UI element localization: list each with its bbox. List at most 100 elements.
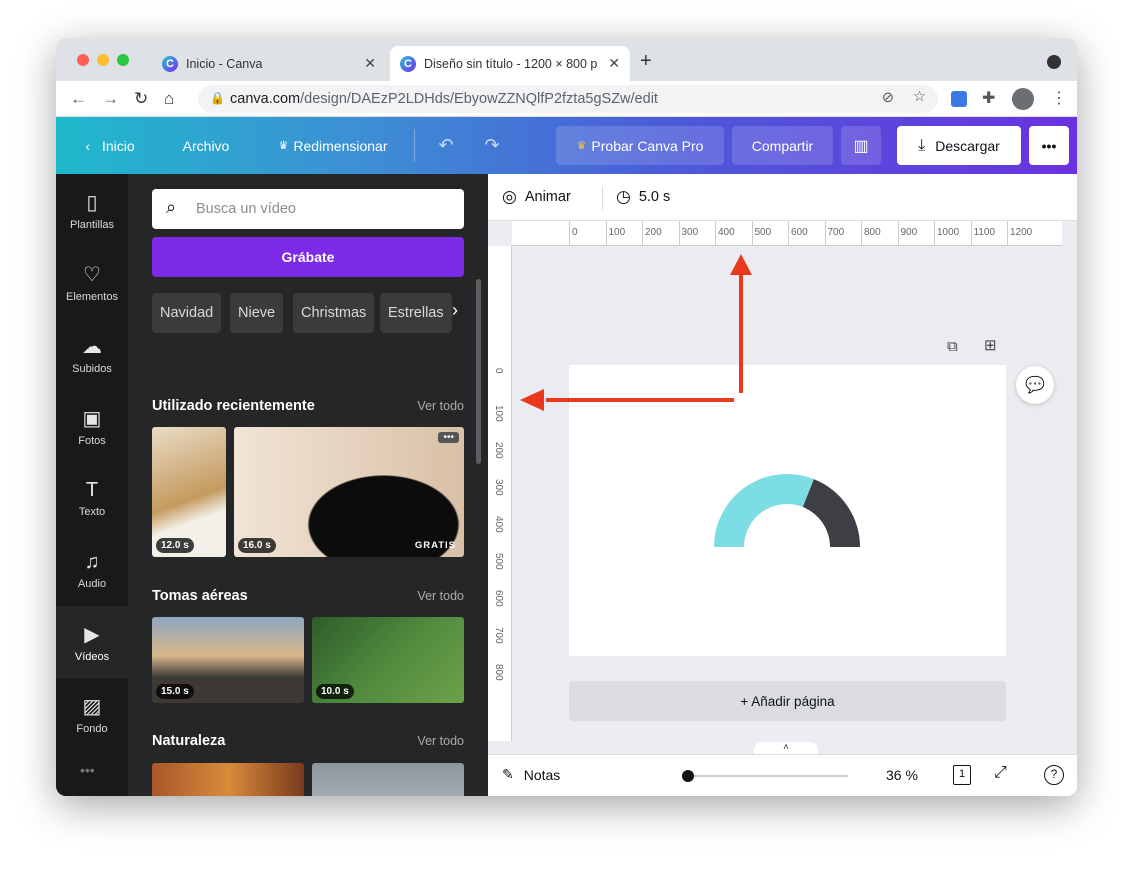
sidebar-item-plantillas[interactable]: ▯ Plantillas (56, 174, 128, 246)
animate-button[interactable]: ◎ Animar (502, 187, 571, 207)
sidebar-item-label: Fotos (78, 434, 106, 447)
more-icon[interactable]: ••• (438, 432, 459, 443)
menu-icon[interactable]: ⋮ (1051, 88, 1067, 108)
undo-button[interactable]: ↶ (432, 126, 460, 165)
text-icon: T (85, 478, 99, 501)
insights-button[interactable]: ▥ (841, 126, 881, 165)
sidebar-item-texto[interactable]: T Texto (56, 462, 128, 534)
ruler-tick (678, 221, 680, 246)
extension-icon[interactable] (951, 91, 967, 107)
sidebar-item-elementos[interactable]: ♡ Elementos (56, 246, 128, 318)
share-button[interactable]: Compartir (732, 126, 833, 165)
canva-favicon-icon: C (400, 55, 416, 72)
search-input[interactable]: ⌕ Busca un vídeo (152, 189, 464, 229)
canvas-subtoolbar: ◎ Animar ◷ 5.0 s (488, 174, 1077, 221)
video-thumbnail[interactable]: 10.0 s (312, 617, 464, 703)
section-header: Naturaleza Ver todo (152, 733, 464, 749)
resize-button[interactable]: ♛ Redimensionar (268, 126, 398, 165)
download-icon: ⤓ (918, 136, 926, 154)
zoom-slider[interactable] (684, 775, 848, 777)
add-page-icon[interactable]: ⊞ (984, 336, 997, 354)
video-thumbnail[interactable]: ••• 16.0 s GRATIS (234, 427, 464, 557)
sidebar-item-subidos[interactable]: ☁ Subidos (56, 318, 128, 390)
ruler-tick (970, 221, 972, 246)
canvas-area: ◎ Animar ◷ 5.0 s 0 100 200 300 400 500 600 700 800… (488, 174, 1077, 796)
avatar[interactable] (1012, 88, 1034, 110)
sidebar-item-label: Audio (77, 577, 107, 590)
ruler-label: 800 (493, 664, 504, 681)
sidebar-item-fondo[interactable]: ▨ Fondo (56, 678, 128, 750)
chip-nieve[interactable]: Nieve (230, 293, 284, 333)
chip-navidad[interactable]: Navidad (152, 293, 222, 333)
panel-scrollbar[interactable] (476, 279, 481, 464)
notes-button[interactable]: ✎ Notas (502, 766, 560, 783)
home-icon[interactable]: ⌂ (164, 89, 174, 109)
tab-search-icon[interactable] (1047, 55, 1061, 69)
videos-panel: ⌕ Busca un vídeo Grábate Navidad Nieve C… (128, 174, 488, 796)
vertical-ruler: 0 100 200 300 400 500 600 700 800 (488, 246, 512, 741)
fullscreen-icon[interactable]: ⤢ (994, 764, 1007, 782)
puzzle-icon[interactable]: ✚ (982, 88, 995, 108)
donut-segment[interactable] (714, 474, 814, 547)
chip-estrellas[interactable]: Estrellas (380, 293, 452, 333)
download-button[interactable]: ⤓ Descargar (897, 126, 1021, 165)
sidebar-item-fotos[interactable]: ▣ Fotos (56, 390, 128, 462)
ruler-label: 1100 (973, 227, 996, 238)
close-tab-icon[interactable]: ✕ (608, 55, 620, 72)
redo-button[interactable]: ↷ (478, 126, 506, 165)
ruler-label: 900 (900, 227, 918, 238)
duplicate-page-icon[interactable]: ⧉ (947, 338, 958, 355)
close-window-button[interactable] (77, 54, 89, 66)
more-apps-icon[interactable]: ••• (80, 762, 95, 778)
star-icon[interactable]: ☆ (913, 89, 926, 105)
ruler-tick (934, 221, 935, 246)
tracking-icon[interactable]: ⊘ (882, 90, 894, 106)
zoom-window-button[interactable] (117, 54, 129, 66)
see-all-link[interactable]: Ver todo (417, 734, 464, 748)
photo-icon: ▣ (82, 407, 102, 430)
design-page[interactable] (569, 365, 1006, 656)
chip-christmas[interactable]: Christmas (293, 293, 375, 333)
comment-icon[interactable]: 💬 (1016, 366, 1054, 404)
tab-design[interactable]: C Diseño sin título - 1200 × 800 p ✕ (390, 46, 630, 81)
more-button[interactable]: ••• (1029, 126, 1069, 165)
new-tab-button[interactable]: + (640, 50, 652, 73)
ruler-label: 800 (864, 227, 881, 238)
add-page-button[interactable]: + Añadir página (569, 681, 1006, 721)
see-all-link[interactable]: Ver todo (417, 399, 464, 413)
try-pro-button[interactable]: ♛ Probar Canva Pro (556, 126, 724, 165)
video-thumbnail[interactable] (312, 763, 464, 796)
back-icon[interactable]: ← (70, 89, 87, 109)
reload-icon[interactable]: ↻ (134, 89, 148, 109)
donut-chart[interactable] (569, 365, 1006, 656)
editor-toolbar: ‹ Inicio Archivo ♛ Redimensionar ↶ ↷ ♛ Prob… (56, 117, 1077, 174)
close-tab-icon[interactable]: ✕ (364, 55, 376, 72)
url-field[interactable]: 🔒 canva.com/design/DAEzP2LDHds/EbyowZZNQ… (198, 85, 938, 113)
help-icon[interactable]: ? (1044, 765, 1064, 785)
notes-label: Notas (523, 766, 561, 783)
video-thumbnail[interactable] (152, 763, 304, 796)
ruler-label: 600 (791, 227, 808, 238)
duration-button[interactable]: ◷ 5.0 s (616, 187, 670, 207)
duration-badge: 16.0 s (238, 538, 276, 553)
page-count-button[interactable]: 1 (953, 765, 971, 785)
video-thumbnail[interactable]: 15.0 s (152, 617, 304, 703)
ruler-tick (861, 221, 862, 246)
record-button[interactable]: Grábate (152, 237, 464, 277)
free-badge: GRATIS (414, 540, 456, 551)
zoom-slider-thumb[interactable] (682, 770, 694, 782)
sidebar-item-vídeos[interactable]: ▶ Vídeos (56, 606, 128, 678)
video-thumbnail[interactable]: 12.0 s (152, 427, 226, 557)
bottom-bar: ✎ Notas 36 % 1 ⤢ ? (488, 754, 1077, 796)
zoom-level[interactable]: 36 % (886, 767, 918, 783)
home-button[interactable]: ‹ Inicio (74, 126, 146, 165)
see-all-link[interactable]: Ver todo (417, 589, 464, 603)
forward-icon[interactable]: → (102, 89, 119, 109)
chevron-right-icon[interactable]: › (452, 300, 458, 321)
side-rail: ▯ Plantillas ♡ Elementos ☁ Subidos ▣ Fotos T Text… (56, 174, 128, 796)
tab-inicio[interactable]: C Inicio - Canva ✕ (152, 46, 386, 81)
sidebar-item-audio[interactable]: ♫ Audio (56, 534, 128, 606)
minimize-window-button[interactable] (97, 54, 109, 66)
donut-segment[interactable] (802, 479, 860, 547)
file-button[interactable]: Archivo (174, 126, 238, 165)
